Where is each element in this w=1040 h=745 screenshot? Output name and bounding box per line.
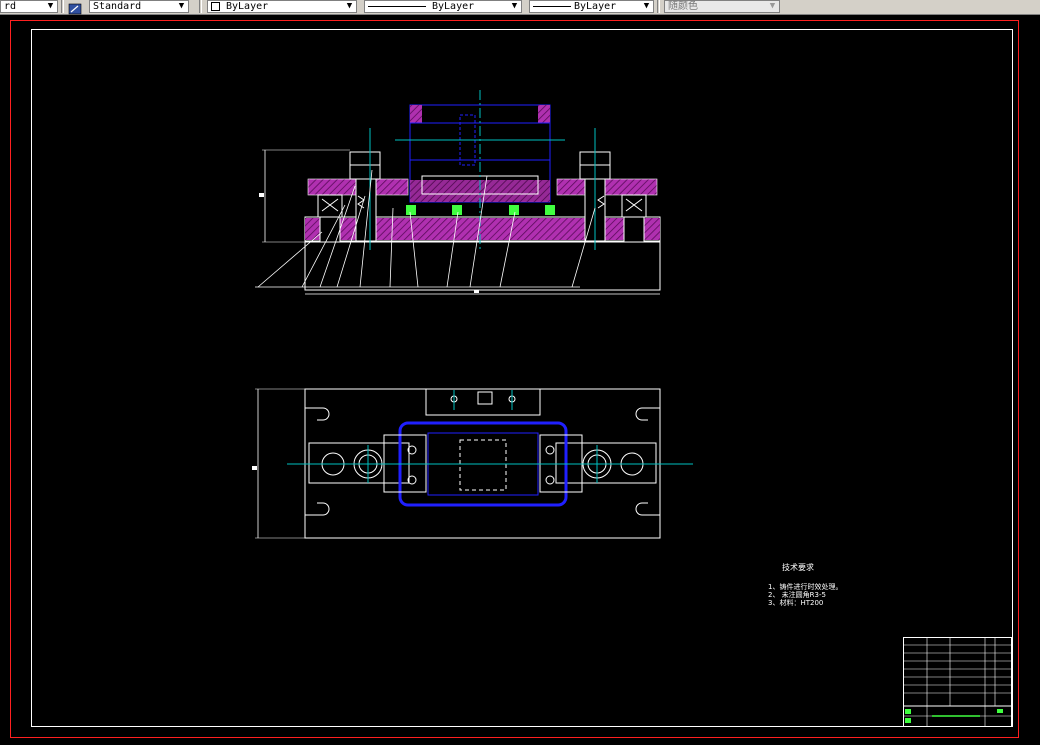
notes-title: 技术要求 bbox=[782, 563, 814, 572]
notes-line-3: 3、材料：HT200 bbox=[768, 599, 824, 607]
sheet-outer-border bbox=[10, 20, 1019, 738]
notes-line-2: 2、 未注圆角R3-5 bbox=[768, 591, 826, 599]
chevron-down-icon: ▼ bbox=[346, 1, 353, 11]
linetype-sample-icon bbox=[368, 6, 426, 7]
chevron-down-icon: ▼ bbox=[511, 1, 518, 11]
linetype-value: ByLayer bbox=[432, 1, 475, 12]
lineweight-value: ByLayer bbox=[574, 1, 617, 12]
layer-dropdown[interactable]: ByLayer ▼ bbox=[207, 0, 357, 13]
cad-drawing bbox=[10, 20, 1019, 738]
sheet-inner-border bbox=[31, 29, 1013, 727]
text-style-value: rd bbox=[4, 1, 17, 12]
dim-style-dropdown[interactable]: Standard ▼ bbox=[89, 0, 189, 13]
toolbar-separator bbox=[61, 0, 64, 13]
linetype-dropdown[interactable]: ByLayer ▼ bbox=[364, 0, 522, 13]
layer-color-swatch-icon bbox=[211, 2, 220, 11]
notes-line-1: 1、铸件进行时效处理。 bbox=[768, 583, 843, 591]
chevron-down-icon: ▼ bbox=[643, 1, 650, 11]
layer-value: ByLayer bbox=[226, 1, 269, 12]
lineweight-sample-icon bbox=[533, 6, 571, 7]
toolbar-separator bbox=[657, 0, 660, 13]
properties-toolbar: rd ▼ Standard ▼ ByLayer ▼ ByLayer ▼ ByLa… bbox=[0, 0, 1040, 15]
text-style-dropdown[interactable]: rd ▼ bbox=[0, 0, 58, 13]
chevron-down-icon: ▼ bbox=[769, 1, 776, 11]
chevron-down-icon: ▼ bbox=[178, 1, 185, 11]
color-dropdown[interactable]: 随颜色 ▼ bbox=[664, 0, 780, 13]
dim-style-icon[interactable] bbox=[68, 0, 82, 15]
drawing-canvas[interactable]: 技术要求 1、铸件进行时效处理。 2、 未注圆角R3-5 3、材料：HT200 bbox=[0, 15, 1040, 741]
lineweight-dropdown[interactable]: ByLayer ▼ bbox=[529, 0, 654, 13]
chevron-down-icon: ▼ bbox=[47, 1, 54, 11]
color-value: 随颜色 bbox=[668, 1, 698, 12]
title-block bbox=[903, 637, 1012, 727]
front-view bbox=[255, 90, 661, 295]
toolbar-separator bbox=[199, 0, 202, 13]
top-view bbox=[252, 388, 693, 539]
dim-style-value: Standard bbox=[93, 1, 142, 12]
